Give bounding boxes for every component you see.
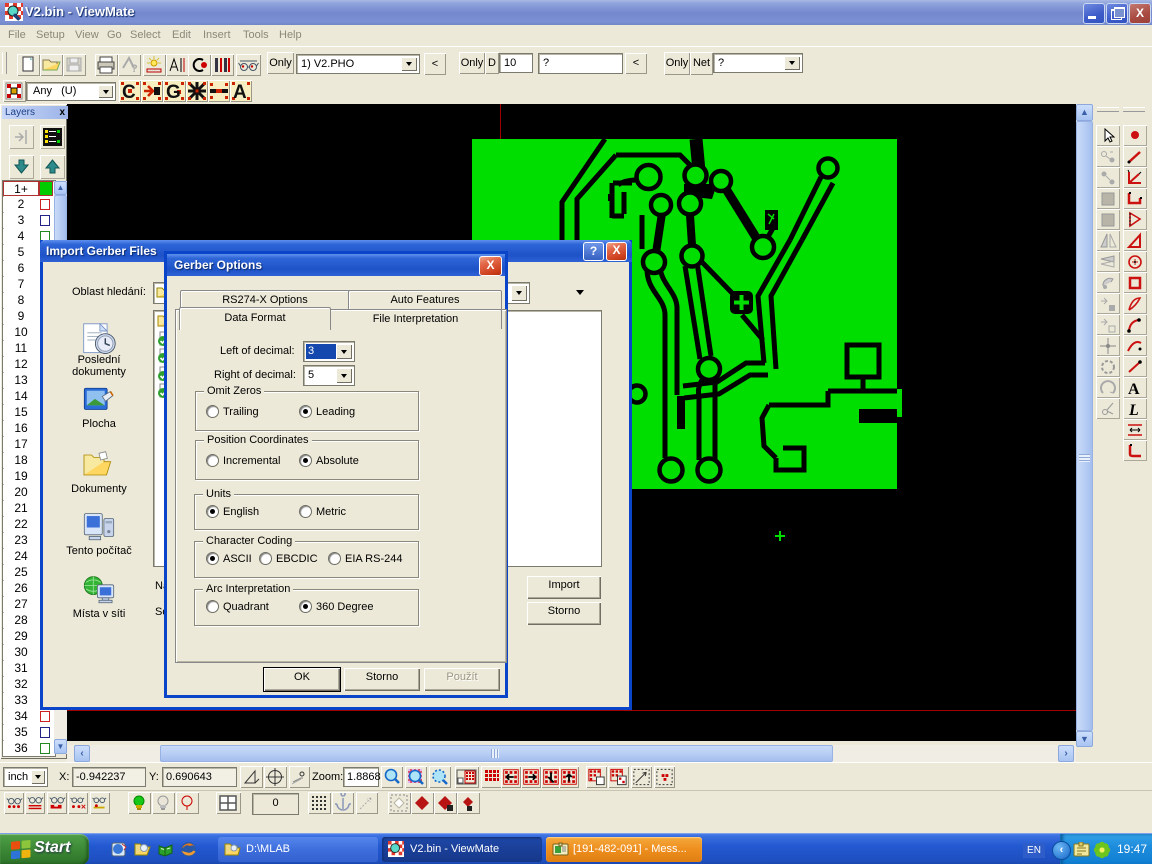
svg-text:A: A bbox=[233, 82, 247, 102]
svg-text:G: G bbox=[166, 82, 181, 102]
svg-text:?: ? bbox=[131, 63, 138, 75]
svg-text:A: A bbox=[1128, 381, 1140, 398]
svg-text:L: L bbox=[1128, 402, 1139, 419]
svg-text:C: C bbox=[122, 82, 136, 102]
